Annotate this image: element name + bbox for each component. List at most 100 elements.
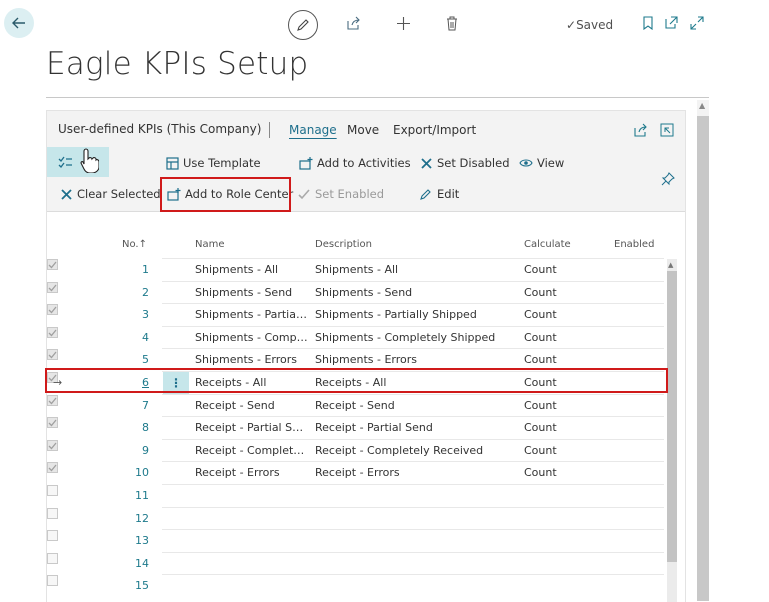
action-select-more-button[interactable] xyxy=(47,147,109,177)
plus-icon xyxy=(396,16,410,30)
row-name-cell: Shipments - All xyxy=(195,263,279,276)
set-disabled-button[interactable]: Set Disabled xyxy=(419,156,510,170)
row-no-cell[interactable]: 2 xyxy=(107,286,149,299)
enabled-checkbox[interactable] xyxy=(47,327,58,338)
set-disabled-label: Set Disabled xyxy=(437,156,510,170)
clear-selected-button[interactable]: Clear Selected xyxy=(59,187,161,201)
table-row[interactable]: 10 Receipt - Errors Receipt - Errors Count xyxy=(47,462,667,484)
enabled-checkbox[interactable] xyxy=(47,462,58,473)
enabled-checkbox[interactable] xyxy=(47,508,58,519)
row-description-cell: Shipments - Completely Shipped xyxy=(315,331,496,344)
row-description-cell: Receipt - Partial Send xyxy=(315,421,433,434)
table-row[interactable]: 13 xyxy=(47,530,667,552)
add-to-activities-button[interactable]: Add to Activities xyxy=(299,156,411,170)
edit-mode-button[interactable] xyxy=(288,10,318,40)
enabled-checkbox[interactable] xyxy=(47,575,58,586)
enabled-checkbox[interactable] xyxy=(47,304,58,315)
enabled-checkbox[interactable] xyxy=(47,530,58,541)
eye-icon xyxy=(519,156,533,170)
delete-button[interactable] xyxy=(443,14,461,32)
table-row[interactable]: 12 xyxy=(47,508,667,530)
column-header-enabled[interactable]: Enabled xyxy=(614,239,654,250)
row-no-cell[interactable]: 14 xyxy=(107,557,149,570)
table-row[interactable]: 2 Shipments - Send Shipments - Send Count xyxy=(47,282,667,304)
row-description-cell: Receipt - Completely Received xyxy=(315,444,484,457)
table-row[interactable]: 9 Receipt - Completely Received Receipt - … xyxy=(47,440,667,462)
pencil-icon xyxy=(419,187,433,201)
edit-button[interactable]: Edit xyxy=(419,187,459,201)
column-header-name[interactable]: Name xyxy=(195,239,225,250)
row-no-cell[interactable]: 4 xyxy=(107,331,149,344)
highlight-selected-row xyxy=(45,368,668,393)
pin-action-bar-button[interactable] xyxy=(661,171,675,190)
enabled-checkbox[interactable] xyxy=(47,395,58,406)
row-description-cell: Receipt - Errors xyxy=(315,466,400,479)
enabled-checkbox[interactable] xyxy=(47,349,58,360)
row-no-cell[interactable]: 13 xyxy=(107,534,149,547)
use-template-label: Use Template xyxy=(183,156,261,170)
bookmark-button[interactable] xyxy=(639,14,657,32)
share-part-button[interactable] xyxy=(633,122,647,141)
row-no-cell[interactable]: 11 xyxy=(107,489,149,502)
row-calculate-cell: Count xyxy=(524,263,557,276)
enabled-checkbox[interactable] xyxy=(47,259,58,270)
table-row[interactable]: 1 Shipments - All Shipments - All Count xyxy=(47,259,667,281)
grid-scrollbar-thumb[interactable] xyxy=(667,271,677,562)
row-no-cell[interactable]: 12 xyxy=(107,512,149,525)
table-row[interactable]: 15 xyxy=(47,575,667,597)
page-scrollbar-thumb[interactable] xyxy=(697,116,709,601)
checkmark-icon xyxy=(48,306,57,313)
sort-ascending-icon: ↑ xyxy=(138,239,147,250)
table-row[interactable]: 4 Shipments - Completely Shipped Shipments… xyxy=(47,327,667,349)
row-calculate-cell: Count xyxy=(524,399,557,412)
row-no-cell[interactable]: 5 xyxy=(107,353,149,366)
row-no-cell[interactable]: 10 xyxy=(107,466,149,479)
row-no-cell[interactable]: 3 xyxy=(107,308,149,321)
use-template-button[interactable]: Use Template xyxy=(165,156,261,170)
enabled-checkbox[interactable] xyxy=(47,282,58,293)
checkmark-icon xyxy=(48,419,57,426)
row-name-cell: Receipt - Partial Send xyxy=(195,421,309,434)
grid-scroll-up-icon[interactable]: ▲ xyxy=(668,261,673,269)
saved-label: Saved xyxy=(576,18,614,32)
x-icon xyxy=(59,187,73,201)
column-header-no[interactable]: No.↑ xyxy=(111,239,147,250)
view-button[interactable]: View xyxy=(519,156,564,170)
row-no-cell[interactable]: 15 xyxy=(107,579,149,592)
checkmark-icon xyxy=(48,284,57,291)
column-header-description[interactable]: Description xyxy=(315,239,372,250)
row-no-cell[interactable]: 7 xyxy=(107,399,149,412)
new-button[interactable] xyxy=(394,14,412,32)
tab-manage[interactable]: Manage xyxy=(289,123,337,137)
table-row[interactable]: 14 xyxy=(47,553,667,575)
tab-export-import[interactable]: Export/Import xyxy=(393,123,476,137)
row-name-cell: Shipments - Send xyxy=(195,286,293,299)
add-to-activities-label: Add to Activities xyxy=(317,156,411,170)
back-button[interactable] xyxy=(4,8,34,38)
share-button[interactable] xyxy=(344,14,362,32)
row-no-cell[interactable]: 1 xyxy=(107,263,149,276)
row-name-cell: Receipt - Errors xyxy=(195,466,280,479)
enabled-checkbox[interactable] xyxy=(47,553,58,564)
column-header-calculate[interactable]: Calculate xyxy=(524,239,571,250)
set-enabled-button[interactable]: Set Enabled xyxy=(297,187,384,201)
enabled-checkbox[interactable] xyxy=(47,417,58,428)
checkmark-icon xyxy=(297,187,311,201)
enabled-checkbox[interactable] xyxy=(47,440,58,451)
table-row[interactable]: 8 Receipt - Partial Send Receipt - Partial… xyxy=(47,417,667,439)
open-new-window-icon xyxy=(665,16,678,29)
table-row[interactable]: 7 Receipt - Send Receipt - Send Count xyxy=(47,395,667,417)
part-title: User-defined KPIs (This Company) xyxy=(58,122,262,136)
collapse-part-button[interactable] xyxy=(660,122,674,141)
expand-button[interactable] xyxy=(688,14,706,32)
checkmark-icon xyxy=(48,464,57,471)
enabled-checkbox[interactable] xyxy=(47,485,58,496)
row-no-cell[interactable]: 8 xyxy=(107,421,149,434)
row-no-cell[interactable]: 9 xyxy=(107,444,149,457)
table-row[interactable]: 3 Shipments - Partially Shipped Shipments … xyxy=(47,304,667,326)
tab-move[interactable]: Move xyxy=(347,123,379,137)
page-scroll-up-icon[interactable]: ▲ xyxy=(699,101,705,110)
row-calculate-cell: Count xyxy=(524,444,557,457)
open-new-window-button[interactable] xyxy=(662,14,680,32)
table-row[interactable]: 11 xyxy=(47,485,667,507)
